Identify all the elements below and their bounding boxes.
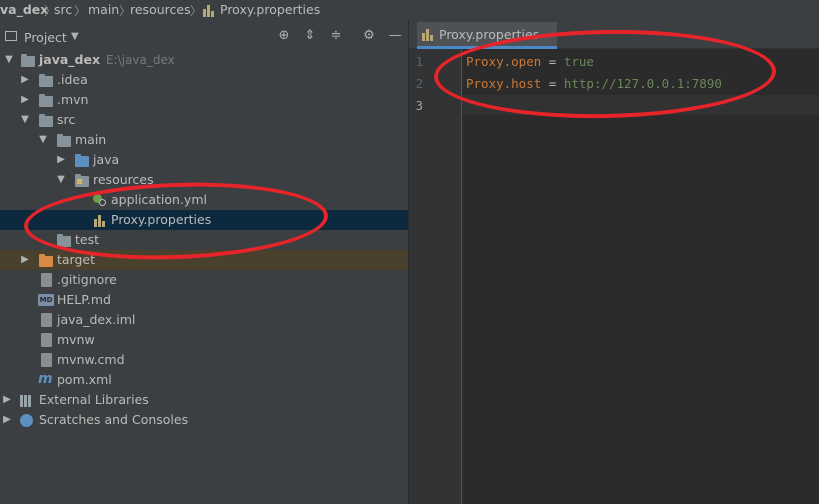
tree-item-label: HELP.md xyxy=(57,292,111,307)
chevron-down-icon[interactable]: ▼ xyxy=(37,133,49,147)
chevron-down-icon[interactable]: ▼ xyxy=(55,173,67,187)
tree-item-label: java_dex xyxy=(39,52,101,67)
tree-item-label: main xyxy=(75,132,107,147)
excluded-folder-icon xyxy=(39,254,53,267)
crosshair-icon[interactable]: ⊕ xyxy=(276,28,292,44)
breadcrumb: va_dex 〉 src 〉 main 〉 resources 〉 Proxy.… xyxy=(0,0,819,21)
tree-item-gitignore[interactable]: .gitignore xyxy=(0,270,408,290)
tree-item-idea[interactable]: ▶ .idea xyxy=(0,70,408,90)
module-folder-icon xyxy=(21,54,35,67)
line-number: 1 xyxy=(415,55,423,69)
tree-item-mvn[interactable]: ▶ .mvn xyxy=(0,90,408,110)
markdown-file-icon: MD xyxy=(38,294,54,306)
chevron-right-icon[interactable]: ▶ xyxy=(1,413,13,427)
chevron-down-icon[interactable]: ▼ xyxy=(71,31,79,42)
chevron-right-icon[interactable]: ▶ xyxy=(19,253,31,267)
breadcrumb-item-src[interactable]: src xyxy=(54,2,72,17)
chevron-down-icon[interactable]: ▼ xyxy=(19,113,31,127)
tree-item-label: pom.xml xyxy=(57,372,112,387)
chevron-right-icon[interactable]: ▶ xyxy=(19,73,31,87)
folder-icon xyxy=(39,74,53,87)
tree-item-mvnw-cmd[interactable]: mvnw.cmd xyxy=(0,350,408,370)
tree-item-main[interactable]: ▼ main xyxy=(0,130,408,150)
breadcrumb-item-resources[interactable]: resources xyxy=(130,2,191,17)
line-number: 3 xyxy=(415,99,423,113)
chevron-right-icon: 〉 xyxy=(74,4,87,18)
tree-item-label: Scratches and Consoles xyxy=(39,412,189,427)
scratches-icon xyxy=(20,414,33,427)
tree-item-java-dex[interactable]: ▼ java_dex E:\java_dex xyxy=(0,50,408,70)
line-number-gutter: 1 2 3 xyxy=(409,49,462,504)
project-window-icon xyxy=(5,31,17,41)
project-view-selector[interactable]: Project xyxy=(24,30,67,45)
expand-all-icon[interactable]: ⇕ xyxy=(302,28,318,44)
breadcrumb-item-main[interactable]: main xyxy=(88,2,119,17)
script-file-icon xyxy=(41,333,52,347)
collapse-all-icon[interactable]: ≑ xyxy=(328,28,344,44)
maven-icon: m xyxy=(38,371,53,387)
libraries-icon xyxy=(20,393,34,407)
project-panel-header: Project ▼ ⊕ ⇕ ≑ ⚙ — xyxy=(0,26,408,48)
properties-file-icon xyxy=(203,3,217,17)
resources-folder-icon xyxy=(75,174,89,187)
tree-item-label: src xyxy=(57,112,76,127)
tree-item-help-md[interactable]: MD HELP.md xyxy=(0,290,408,310)
tree-item-scratches[interactable]: ▶ Scratches and Consoles xyxy=(0,410,408,430)
tree-item-label: External Libraries xyxy=(39,392,149,407)
folder-icon xyxy=(57,134,71,147)
iml-file-icon xyxy=(41,313,52,327)
tree-item-path: E:\java_dex xyxy=(106,53,175,67)
tree-item-label: .gitignore xyxy=(57,272,117,287)
breadcrumb-item-project[interactable]: va_dex xyxy=(0,2,48,17)
properties-file-icon xyxy=(422,27,436,41)
chevron-right-icon[interactable]: ▶ xyxy=(1,393,13,407)
gitignore-file-icon xyxy=(41,273,52,287)
tree-item-pom-xml[interactable]: m pom.xml xyxy=(0,370,408,390)
gear-icon[interactable]: ⚙ xyxy=(361,28,377,44)
tree-item-java-dex-iml[interactable]: java_dex.iml xyxy=(0,310,408,330)
minimize-icon[interactable]: — xyxy=(387,28,403,44)
chevron-right-icon[interactable]: ▶ xyxy=(19,93,31,107)
tree-item-label: java xyxy=(93,152,120,167)
tree-item-label: java_dex.iml xyxy=(57,312,136,327)
folder-icon xyxy=(39,94,53,107)
tree-item-label: mvnw xyxy=(57,332,95,347)
tree-item-mvnw[interactable]: mvnw xyxy=(0,330,408,350)
breadcrumb-item-file[interactable]: Proxy.properties xyxy=(220,2,320,17)
tree-item-label: mvnw.cmd xyxy=(57,352,125,367)
folder-icon xyxy=(39,114,53,127)
script-file-icon xyxy=(41,353,52,367)
chevron-right-icon: 〉 xyxy=(190,4,203,18)
tree-item-src[interactable]: ▼ src xyxy=(0,110,408,130)
tree-item-java[interactable]: ▶ java xyxy=(0,150,408,170)
tree-item-label: .mvn xyxy=(57,92,89,107)
source-folder-icon xyxy=(75,154,89,167)
line-number: 2 xyxy=(415,77,423,91)
tree-item-label: .idea xyxy=(57,72,88,87)
chevron-down-icon[interactable]: ▼ xyxy=(3,53,15,67)
chevron-right-icon[interactable]: ▶ xyxy=(55,153,67,167)
tree-item-external-libraries[interactable]: ▶ External Libraries xyxy=(0,390,408,410)
